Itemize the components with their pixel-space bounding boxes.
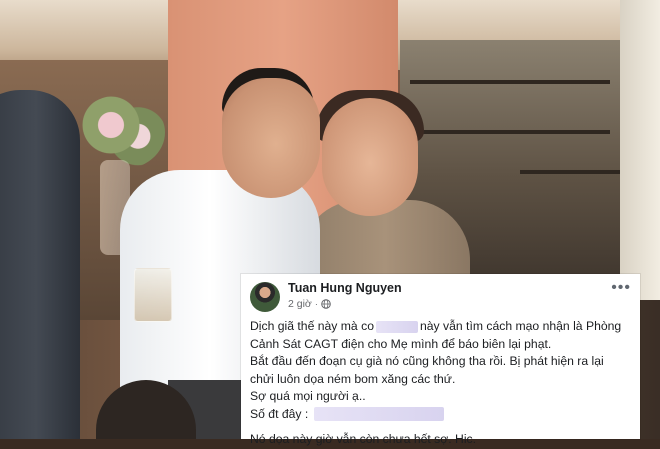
post-line: chửi luôn dọa ném bom xăng các thứ. xyxy=(250,371,456,386)
flower-bouquet xyxy=(75,95,165,170)
author-avatar[interactable] xyxy=(250,282,280,312)
man-face xyxy=(222,78,320,198)
post-line: Nó dọa này giờ vẫn còn chưa hết sợ. Hic. xyxy=(250,432,477,446)
redacted-word xyxy=(375,320,418,333)
post-time[interactable]: 2 giờ xyxy=(288,298,312,310)
post-text: Dịch giã thế này mà co này vẫn tìm cách m… xyxy=(250,318,634,449)
post-line: Cảnh Sát CAGT điện cho Mẹ mình để báo bi… xyxy=(250,336,552,351)
meta-separator: · xyxy=(314,299,318,309)
post-header: Tuan Hung Nguyen 2 giờ · ••• xyxy=(241,274,640,318)
woman-face xyxy=(322,98,418,216)
post-line: Dịch giã thế này mà co này vẫn tìm cách m… xyxy=(250,319,622,333)
window xyxy=(620,0,660,300)
facebook-post-card: Tuan Hung Nguyen 2 giờ · ••• Dịch giã th… xyxy=(241,274,640,446)
foreground-person xyxy=(0,90,80,439)
redacted-phone-number xyxy=(314,407,445,422)
post-line: Sợ quá mọi người ạ.. xyxy=(250,389,366,403)
more-options-icon[interactable]: ••• xyxy=(611,280,631,296)
author-name[interactable]: Tuan Hung Nguyen xyxy=(288,281,402,295)
drinking-glass xyxy=(134,268,172,322)
post-meta: 2 giờ · xyxy=(288,298,331,310)
phone-line: Số đt đây : xyxy=(250,406,634,424)
post-line: Bắt đầu đến đoạn cụ già nó cũng không th… xyxy=(250,354,604,368)
globe-icon xyxy=(321,299,331,309)
